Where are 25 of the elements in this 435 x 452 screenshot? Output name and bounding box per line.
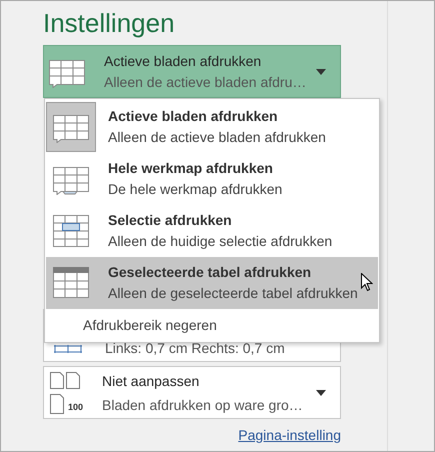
- margins-icon: [54, 345, 82, 353]
- item-title: Hele werkmap afdrukken: [108, 160, 274, 177]
- caret-icon: [316, 390, 326, 396]
- dropdown-title: Actieve bladen afdrukken: [104, 53, 262, 69]
- dropdown-subtitle: Alleen de actieve bladen afdru…: [104, 74, 308, 90]
- item-subtitle: De hele werkmap afdrukken: [108, 181, 282, 198]
- caret-icon: [316, 68, 326, 74]
- item-subtitle: Alleen de actieve bladen afdrukken: [108, 129, 326, 146]
- menu-footer-item[interactable]: Afdrukbereik negeren: [45, 309, 379, 342]
- dropdown-title: Niet aanpassen: [102, 372, 200, 388]
- item-title: Geselecteerde tabel afdrukken: [108, 264, 312, 281]
- item-title: Selectie afdrukken: [108, 212, 233, 229]
- print-what-dropdown[interactable]: Actieve bladen afdrukken Alleen de actieve bladen afdru…: [43, 45, 341, 98]
- item-subtitle: Alleen de geselecteerde tabel afdrukken: [108, 285, 358, 302]
- scaling-dropdown[interactable]: 100 Niet aanpassen Bladen afdrukken op ware gro…: [43, 366, 341, 419]
- margins-subtitle: Links: 0,7 cm Rechts: 0,7 cm: [105, 340, 285, 356]
- page-setup-link[interactable]: Pagina-instelling: [238, 425, 341, 446]
- menu-item[interactable]: Geselecteerde tabel afdrukken Alleen de geselecteerde tabel afdrukken: [46, 257, 378, 309]
- scale-number: 100: [68, 400, 84, 414]
- cursor-icon: [361, 273, 373, 292]
- pages-icon: [50, 372, 82, 414]
- item-title: Actieve bladen afdrukken: [108, 108, 279, 125]
- dropdown-subtitle: Bladen afdrukken op ware gro…: [102, 396, 304, 412]
- section-heading: Instellingen: [43, 7, 176, 40]
- item-subtitle: Alleen de huidige selectie afdrukken: [108, 233, 332, 250]
